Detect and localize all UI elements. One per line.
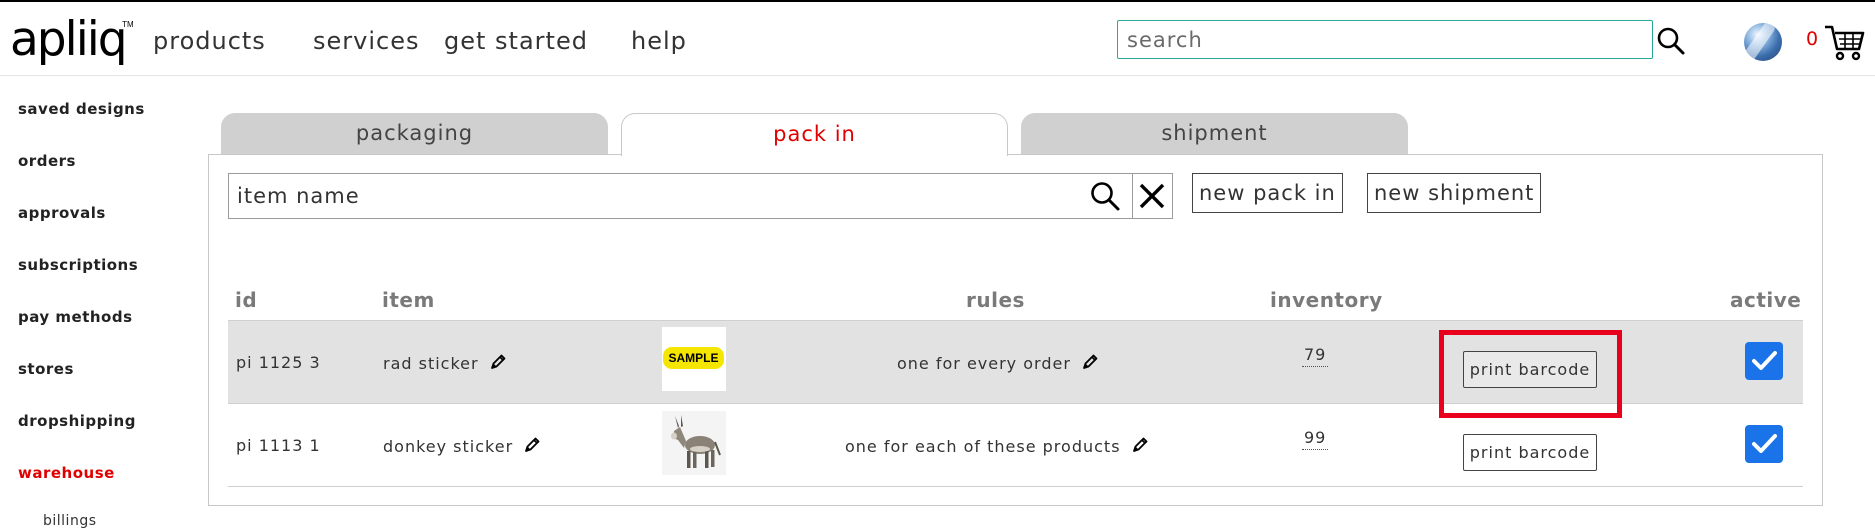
account-globe-icon[interactable] (1744, 23, 1782, 61)
row-rule: one for every order (897, 353, 1099, 373)
row-rule-text: one for every order (897, 354, 1071, 373)
new-shipment-button[interactable]: new shipment (1367, 173, 1542, 213)
active-checkbox[interactable] (1745, 342, 1783, 380)
sidebar-subitem-billings[interactable]: billings (43, 513, 97, 529)
search-input[interactable] (1117, 20, 1653, 59)
row-rule: one for each of these products (845, 436, 1149, 456)
tab-shipment[interactable]: shipment (1021, 113, 1408, 154)
row-rule-text: one for each of these products (845, 437, 1121, 456)
row-divider (228, 486, 1803, 487)
search-icon[interactable] (1656, 26, 1686, 56)
row-inventory[interactable]: 79 (1302, 345, 1329, 367)
nav-help[interactable]: help (631, 27, 687, 55)
row-item: rad sticker (383, 353, 507, 373)
column-header-item: item (382, 288, 435, 312)
logo-text: apliiq (10, 12, 128, 67)
active-checkbox[interactable] (1745, 425, 1783, 463)
edit-pencil-icon[interactable] (1131, 436, 1149, 454)
nav-get-started[interactable]: get started (444, 27, 588, 55)
cart-count: 0 (1806, 28, 1819, 50)
sidebar-item-pay-methods[interactable]: pay methods (18, 308, 133, 326)
nav-products[interactable]: products (153, 27, 266, 55)
column-header-id: id (235, 288, 258, 312)
sidebar-item-saved-designs[interactable]: saved designs (18, 100, 145, 118)
item-thumbnail-sample: SAMPLE (662, 327, 726, 391)
row-divider (228, 320, 1803, 321)
item-thumbnail-donkey (662, 411, 726, 475)
item-filter (228, 173, 1133, 219)
donkey-image (662, 411, 726, 475)
print-barcode-button[interactable]: print barcode (1463, 434, 1597, 471)
nav-services[interactable]: services (313, 27, 419, 55)
column-header-active: active (1730, 288, 1802, 312)
cart-icon[interactable] (1823, 22, 1865, 62)
item-name-input[interactable] (229, 174, 1079, 218)
sidebar-item-subscriptions[interactable]: subscriptions (18, 256, 138, 274)
sample-badge: SAMPLE (663, 347, 724, 369)
close-icon (1139, 183, 1165, 209)
edit-pencil-icon[interactable] (1081, 353, 1099, 371)
sidebar-item-stores[interactable]: stores (18, 360, 74, 378)
sidebar-item-orders[interactable]: orders (18, 152, 76, 170)
tab-packaging[interactable]: packaging (221, 113, 608, 154)
edit-pencil-icon[interactable] (523, 436, 541, 454)
header: apliiq TM products services get started … (0, 2, 1875, 76)
checkmark-icon (1752, 351, 1777, 370)
edit-pencil-icon[interactable] (489, 353, 507, 371)
sidebar-item-approvals[interactable]: approvals (18, 204, 106, 222)
clear-filter-button[interactable] (1133, 173, 1173, 219)
row-divider (228, 403, 1803, 404)
logo[interactable]: apliiq TM (10, 16, 134, 72)
row-inventory[interactable]: 99 (1302, 428, 1329, 450)
sidebar-item-warehouse[interactable]: warehouse (18, 464, 115, 482)
checkmark-icon (1752, 434, 1777, 453)
column-header-rules: rules (966, 288, 1025, 312)
row-id: pi 1125 3 (236, 353, 321, 372)
tab-pack-in[interactable]: pack in (621, 113, 1008, 156)
row-item-name: donkey sticker (383, 437, 514, 456)
logo-trademark: TM (122, 20, 134, 29)
new-pack-in-button[interactable]: new pack in (1192, 173, 1343, 213)
print-barcode-button[interactable]: print barcode (1463, 351, 1597, 388)
column-header-inventory: inventory (1270, 288, 1383, 312)
row-id: pi 1113 1 (236, 436, 321, 455)
filter-search-icon[interactable] (1089, 180, 1121, 212)
row-item: donkey sticker (383, 436, 541, 456)
row-item-name: rad sticker (383, 354, 479, 373)
sidebar-item-dropshipping[interactable]: dropshipping (18, 412, 136, 430)
